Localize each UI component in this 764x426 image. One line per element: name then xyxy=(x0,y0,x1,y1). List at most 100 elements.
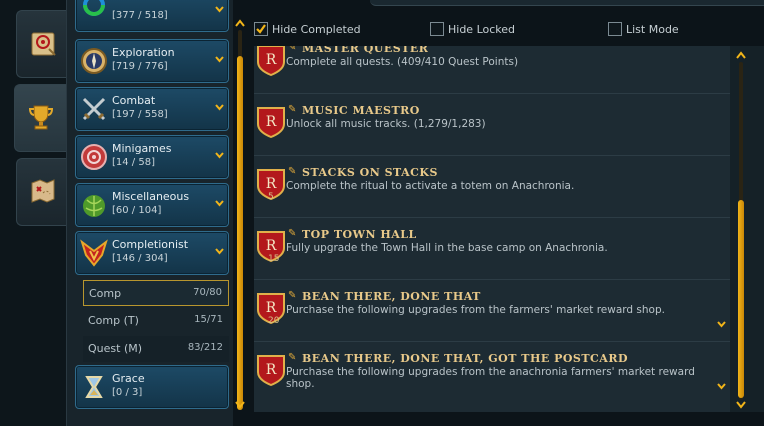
cabbage-icon xyxy=(83,195,105,217)
trophy-icon xyxy=(28,105,54,130)
svg-text:R: R xyxy=(266,362,277,378)
category-panel: [377 / 518] Exploration [719 / 776] Comb… xyxy=(66,0,233,426)
chevron-down-icon[interactable] xyxy=(215,5,224,14)
category-skills[interactable]: [377 / 518] xyxy=(75,0,229,32)
scroll-down-icon[interactable] xyxy=(735,400,747,410)
achievement-scrollbar[interactable] xyxy=(735,50,747,412)
svg-text:R: R xyxy=(266,300,277,316)
category-progress: [377 / 518] xyxy=(112,10,168,21)
category-progress: [14 / 58] xyxy=(112,157,155,168)
achievement-description: Complete the ritual to activate a totem … xyxy=(286,180,575,192)
subcategory-count: 83/212 xyxy=(187,342,223,353)
subcategory-label: Comp xyxy=(89,287,122,300)
pin-icon[interactable]: ✎ xyxy=(288,352,296,363)
subcategory-label: Quest (M) xyxy=(88,342,143,355)
category-combat[interactable]: Combat [197 / 558] xyxy=(75,87,229,131)
svg-text:R: R xyxy=(266,52,277,68)
checkmark-icon xyxy=(256,24,266,34)
achievement-list: R ✎ MASTER QUESTER Complete all quests. … xyxy=(254,46,730,412)
subcategory-label: Comp (T) xyxy=(88,314,139,327)
achievement-row[interactable]: R ✎ MASTER QUESTER Complete all quests. … xyxy=(254,46,730,94)
scroll-down-icon[interactable] xyxy=(234,400,246,410)
scroll-thumb[interactable] xyxy=(237,56,243,410)
subcategory-quest-m[interactable]: Quest (M) 83/212 xyxy=(83,336,229,362)
category-progress: [197 / 558] xyxy=(112,109,168,120)
category-grace[interactable]: Grace [0 / 3] xyxy=(75,365,229,409)
achievement-description: Fully upgrade the Town Hall in the base … xyxy=(286,242,608,254)
hourglass-icon xyxy=(85,376,103,398)
subcategory-comp[interactable]: Comp 70/80 xyxy=(83,280,229,306)
scroll-up-icon[interactable] xyxy=(234,18,246,28)
chevron-down-icon[interactable] xyxy=(215,103,224,112)
runescore-value: 5 xyxy=(268,192,274,202)
pin-icon[interactable]: ✎ xyxy=(288,166,296,177)
scroll-up-icon[interactable] xyxy=(735,50,747,60)
svg-text:R: R xyxy=(266,114,277,130)
completionist-icon xyxy=(80,239,108,267)
achievement-row[interactable]: R ✎ MUSIC MAESTRO Unlock all music track… xyxy=(254,94,730,156)
svg-text:R: R xyxy=(266,238,277,254)
crossed-swords-icon xyxy=(82,97,106,121)
category-miscellaneous[interactable]: Miscellaneous [60 / 104] xyxy=(75,183,229,227)
chevron-down-icon[interactable] xyxy=(215,55,224,64)
category-label: Minigames xyxy=(112,142,172,155)
runescore-badge-icon: R xyxy=(257,46,285,76)
checkbox-box[interactable] xyxy=(608,22,622,36)
scroll-thumb[interactable] xyxy=(738,200,744,398)
category-exploration[interactable]: Exploration [719 / 776] xyxy=(75,39,229,83)
pin-icon[interactable]: ✎ xyxy=(288,46,296,53)
chevron-down-icon[interactable] xyxy=(215,199,224,208)
pin-icon[interactable]: ✎ xyxy=(288,228,296,239)
chevron-down-icon[interactable] xyxy=(215,247,224,256)
scroll-icon xyxy=(31,32,56,56)
checkbox-box[interactable] xyxy=(254,22,268,36)
achievement-row[interactable]: R 15 ✎ TOP TOWN HALL Fully upgrade the T… xyxy=(254,218,730,280)
svg-text:R: R xyxy=(266,176,277,192)
category-progress: [719 / 776] xyxy=(112,61,168,72)
achievement-description: Unlock all music tracks. (1,279/1,283) xyxy=(286,118,486,130)
compass-icon xyxy=(81,48,107,74)
achievement-description: Complete all quests. (409/410 Quest Poin… xyxy=(286,56,519,68)
filter-bar: Hide Completed Hide Locked List Mode xyxy=(246,18,764,44)
interface-tabs xyxy=(0,0,68,426)
subcategory-count: 15/71 xyxy=(194,314,223,325)
checkbox-label: List Mode xyxy=(626,23,679,36)
category-label: Exploration xyxy=(112,46,175,59)
achievement-row[interactable]: R ✎ BEAN THERE, DONE THAT, GOT THE POSTC… xyxy=(254,342,730,412)
tab-achievements[interactable] xyxy=(14,84,68,152)
category-completionist[interactable]: Completionist [146 / 304] xyxy=(75,231,229,275)
runescore-value: 20 xyxy=(268,316,280,326)
top-strip xyxy=(370,0,764,6)
chevron-down-icon[interactable] xyxy=(717,320,726,329)
tab-treasure-hunter[interactable] xyxy=(16,158,66,226)
achievement-title: STACKS ON STACKS xyxy=(302,166,438,179)
pin-icon[interactable]: ✎ xyxy=(288,290,296,301)
category-scrollbar[interactable] xyxy=(234,18,246,410)
category-minigames[interactable]: Minigames [14 / 58] xyxy=(75,135,229,179)
chevron-down-icon[interactable] xyxy=(717,382,726,391)
category-label: Combat xyxy=(112,94,156,107)
achievement-title: MASTER QUESTER xyxy=(302,46,429,55)
category-label: Miscellaneous xyxy=(112,190,190,203)
achievement-title: BEAN THERE, DONE THAT xyxy=(302,290,481,303)
subcategory-comp-t[interactable]: Comp (T) 15/71 xyxy=(83,308,229,334)
achievement-row[interactable]: R 20 ✎ BEAN THERE, DONE THAT Purchase th… xyxy=(254,280,730,342)
achievement-description: Purchase the following upgrades from the… xyxy=(286,366,695,390)
pin-icon[interactable]: ✎ xyxy=(288,104,296,115)
category-progress: [146 / 304] xyxy=(112,253,168,264)
checkbox-box[interactable] xyxy=(430,22,444,36)
achievement-title: BEAN THERE, DONE THAT, GOT THE POSTCARD xyxy=(302,352,629,365)
map-icon xyxy=(31,179,55,203)
tab-quests[interactable] xyxy=(16,10,66,78)
chevron-down-icon[interactable] xyxy=(215,151,224,160)
achievement-row[interactable]: R 5 ✎ STACKS ON STACKS Complete the ritu… xyxy=(254,156,730,218)
runescore-value: 15 xyxy=(268,254,280,264)
achievement-title: MUSIC MAESTRO xyxy=(302,104,420,117)
achievement-description: Purchase the following upgrades from the… xyxy=(286,304,665,316)
minigames-icon xyxy=(81,144,107,170)
checkbox-label: Hide Completed xyxy=(272,23,361,36)
category-progress: [0 / 3] xyxy=(112,387,143,398)
category-label: Completionist xyxy=(112,238,189,251)
checkbox-label: Hide Locked xyxy=(448,23,516,36)
category-label: Grace xyxy=(112,372,145,385)
